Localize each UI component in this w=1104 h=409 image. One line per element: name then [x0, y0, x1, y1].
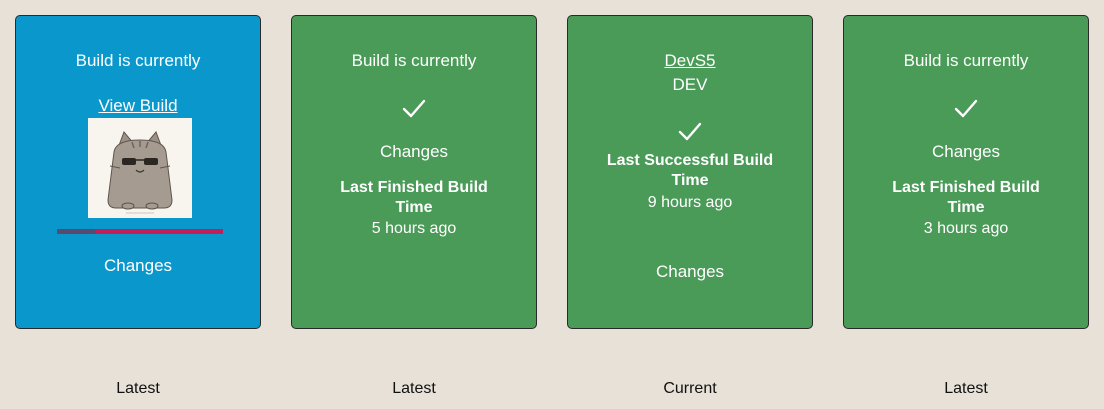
build-card-1: Build is currently View Build Changes [15, 15, 261, 329]
build-card-2: Build is currently Changes Last Finished… [291, 15, 537, 329]
last-finished-build-label: Last Finished Build [892, 179, 1040, 196]
build-time-ago: 9 hours ago [647, 194, 733, 211]
environment-label: DEV [672, 75, 708, 94]
last-finished-build-label: Last Finished Build [340, 179, 488, 196]
card-4-footer-label: Latest [944, 380, 988, 397]
building-cat-image [88, 118, 192, 218]
build-status-title: Build is currently [351, 51, 477, 70]
view-build-link[interactable]: View Build [98, 96, 177, 115]
build-status-title: Build is currently [903, 51, 1029, 70]
build-progress-fill [57, 229, 96, 234]
pusheen-cat-icon [107, 131, 173, 214]
build-progress-bar [57, 229, 223, 234]
last-finished-build-label-time: Time [395, 199, 433, 216]
card-2-footer-label: Latest [392, 380, 436, 397]
build-status-title: Build is currently [75, 51, 201, 70]
build-time-ago: 3 hours ago [923, 220, 1009, 237]
changes-link[interactable]: Changes [380, 142, 448, 161]
build-time-ago: 5 hours ago [371, 220, 457, 237]
changes-link[interactable]: Changes [932, 142, 1000, 161]
last-finished-build-label-time: Time [947, 199, 985, 216]
card-1-footer-label: Latest [116, 380, 160, 397]
changes-link[interactable]: Changes [656, 262, 724, 281]
card-3-footer-label: Current [663, 380, 717, 397]
checkmark-icon [954, 99, 978, 118]
checkmark-icon [678, 122, 702, 141]
build-card-3: DevS5 DEV Last Successful Build Time 9 h… [567, 15, 813, 329]
devs5-link[interactable]: DevS5 [664, 51, 715, 70]
last-successful-build-label: Last Successful Build [606, 152, 774, 169]
last-successful-build-label-time: Time [671, 172, 709, 189]
build-card-4: Build is currently Changes Last Finished… [843, 15, 1089, 329]
checkmark-icon [402, 99, 426, 118]
changes-link[interactable]: Changes [104, 256, 172, 275]
